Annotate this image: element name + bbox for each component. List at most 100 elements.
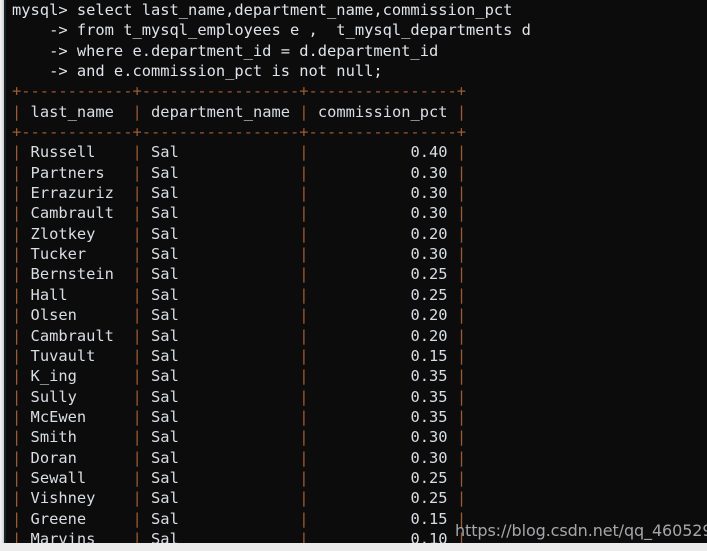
ascii-pipe: | — [456, 245, 467, 264]
ascii-pipe: | — [456, 265, 467, 284]
ascii-pipe: | — [132, 163, 142, 182]
ascii-pipe: | — [12, 509, 22, 528]
mysql-terminal-window[interactable]: mysql> select last_name,department_name,… — [4, 0, 707, 543]
ascii-pipe: | — [12, 285, 22, 304]
ascii-pipe: | — [299, 326, 309, 345]
cell-department-name: Sal — [141, 489, 300, 508]
ascii-pipe: | — [12, 367, 22, 386]
table-row: | Sully | Sal | 0.35 | — [4, 387, 707, 407]
column-header-0: last_name — [21, 102, 133, 121]
cell-commission-pct: 0.40 — [308, 143, 457, 162]
cell-commission-pct: 0.35 — [308, 407, 457, 426]
cell-commission-pct: 0.20 — [308, 224, 457, 243]
ascii-pipe: | — [12, 204, 22, 223]
cell-department-name: Sal — [141, 509, 300, 528]
ascii-pipe: | — [456, 428, 467, 447]
ascii-pipe: | — [12, 224, 22, 243]
ascii-pipe: | — [12, 102, 22, 121]
ascii-pipe: | — [12, 143, 22, 162]
ascii-pipe: | — [456, 143, 467, 162]
column-header-2: commission_pct — [308, 102, 457, 121]
cell-commission-pct: 0.25 — [308, 285, 457, 304]
cell-department-name: Sal — [141, 407, 300, 426]
ascii-pipe: | — [12, 529, 22, 543]
ascii-pipe: | — [12, 407, 22, 426]
cell-department-name: Sal — [141, 306, 300, 325]
ascii-pipe: | — [12, 265, 22, 284]
cell-department-name: Sal — [141, 184, 300, 203]
ascii-pipe: | — [132, 102, 142, 121]
cell-last-name: Hall — [21, 285, 133, 304]
ascii-pipe: | — [456, 224, 467, 243]
ascii-pipe: | — [299, 407, 309, 426]
cell-department-name: Sal — [141, 367, 300, 386]
ascii-pipe: | — [12, 468, 22, 487]
ascii-pipe: | — [456, 102, 467, 121]
cell-commission-pct: 0.20 — [308, 326, 457, 345]
ascii-pipe: | — [299, 204, 309, 223]
ascii-pipe: | — [12, 184, 22, 203]
cell-commission-pct: 0.25 — [308, 489, 457, 508]
ascii-pipe: | — [132, 265, 142, 284]
console-query-line-0: mysql> select last_name,department_name,… — [4, 0, 707, 20]
ascii-pipe: | — [12, 245, 22, 264]
ascii-pipe: | — [456, 285, 467, 304]
bottom-gutter — [0, 543, 707, 551]
sql-text: -> and e.commission_pct is not null; — [12, 62, 383, 81]
cell-department-name: Sal — [141, 224, 300, 243]
table-row: | Olsen | Sal | 0.20 | — [4, 305, 707, 325]
cell-commission-pct: 0.30 — [308, 204, 457, 223]
ascii-pipe: | — [456, 468, 467, 487]
table-row: | Doran | Sal | 0.30 | — [4, 448, 707, 468]
ascii-pipe: | — [456, 346, 467, 365]
table-row: | Smith | Sal | 0.30 | — [4, 427, 707, 447]
csdn-watermark: https://blog.csdn.net/qq_46052939 — [455, 521, 707, 540]
table-row: | Vishney | Sal | 0.25 | — [4, 488, 707, 508]
ascii-pipe: | — [456, 184, 467, 203]
terminal-console-output[interactable]: mysql> select last_name,department_name,… — [4, 0, 707, 543]
ascii-pipe: | — [299, 346, 309, 365]
cell-last-name: Tucker — [21, 245, 133, 264]
cell-last-name: Vishney — [21, 489, 133, 508]
ascii-pipe: | — [456, 306, 467, 325]
ascii-pipe: | — [299, 163, 309, 182]
ascii-pipe: | — [299, 184, 309, 203]
cell-last-name: Greene — [21, 509, 133, 528]
cell-last-name: Smith — [21, 428, 133, 447]
sql-text: -> where e.department_id = d.department_… — [12, 41, 439, 60]
ascii-pipe: | — [132, 407, 142, 426]
ascii-rule: +------------+-----------------+--------… — [12, 123, 467, 142]
cell-last-name: Doran — [21, 448, 133, 467]
cell-last-name: Cambrault — [21, 204, 133, 223]
cell-department-name: Sal — [141, 428, 300, 447]
cell-last-name: Russell — [21, 143, 133, 162]
cell-commission-pct: 0.10 — [308, 529, 457, 543]
ascii-pipe: | — [12, 428, 22, 447]
sql-text: -> from t_mysql_employees e , t_mysql_de… — [12, 21, 531, 40]
ascii-pipe: | — [12, 163, 22, 182]
ascii-pipe: | — [456, 489, 467, 508]
ascii-pipe: | — [132, 184, 142, 203]
table-header-row: | last_name | department_name | commissi… — [4, 102, 707, 122]
cell-department-name: Sal — [141, 143, 300, 162]
ascii-pipe: | — [132, 346, 142, 365]
cell-last-name: Sewall — [21, 468, 133, 487]
ascii-pipe: | — [132, 387, 142, 406]
cell-department-name: Sal — [141, 468, 300, 487]
console-query-line-2: -> where e.department_id = d.department_… — [4, 41, 707, 61]
ascii-pipe: | — [12, 448, 22, 467]
ascii-pipe: | — [456, 367, 467, 386]
ascii-pipe: | — [299, 367, 309, 386]
ascii-pipe: | — [132, 204, 142, 223]
cell-last-name: McEwen — [21, 407, 133, 426]
ascii-pipe: | — [299, 102, 309, 121]
terminal-screenshot: mysql> select last_name,department_name,… — [0, 0, 707, 551]
cell-commission-pct: 0.15 — [308, 509, 457, 528]
cell-last-name: K_ing — [21, 367, 133, 386]
cell-commission-pct: 0.30 — [308, 163, 457, 182]
cell-commission-pct: 0.30 — [308, 448, 457, 467]
cell-last-name: Marvins — [21, 529, 133, 543]
ascii-pipe: | — [299, 224, 309, 243]
cell-commission-pct: 0.25 — [308, 265, 457, 284]
ascii-pipe: | — [12, 387, 22, 406]
